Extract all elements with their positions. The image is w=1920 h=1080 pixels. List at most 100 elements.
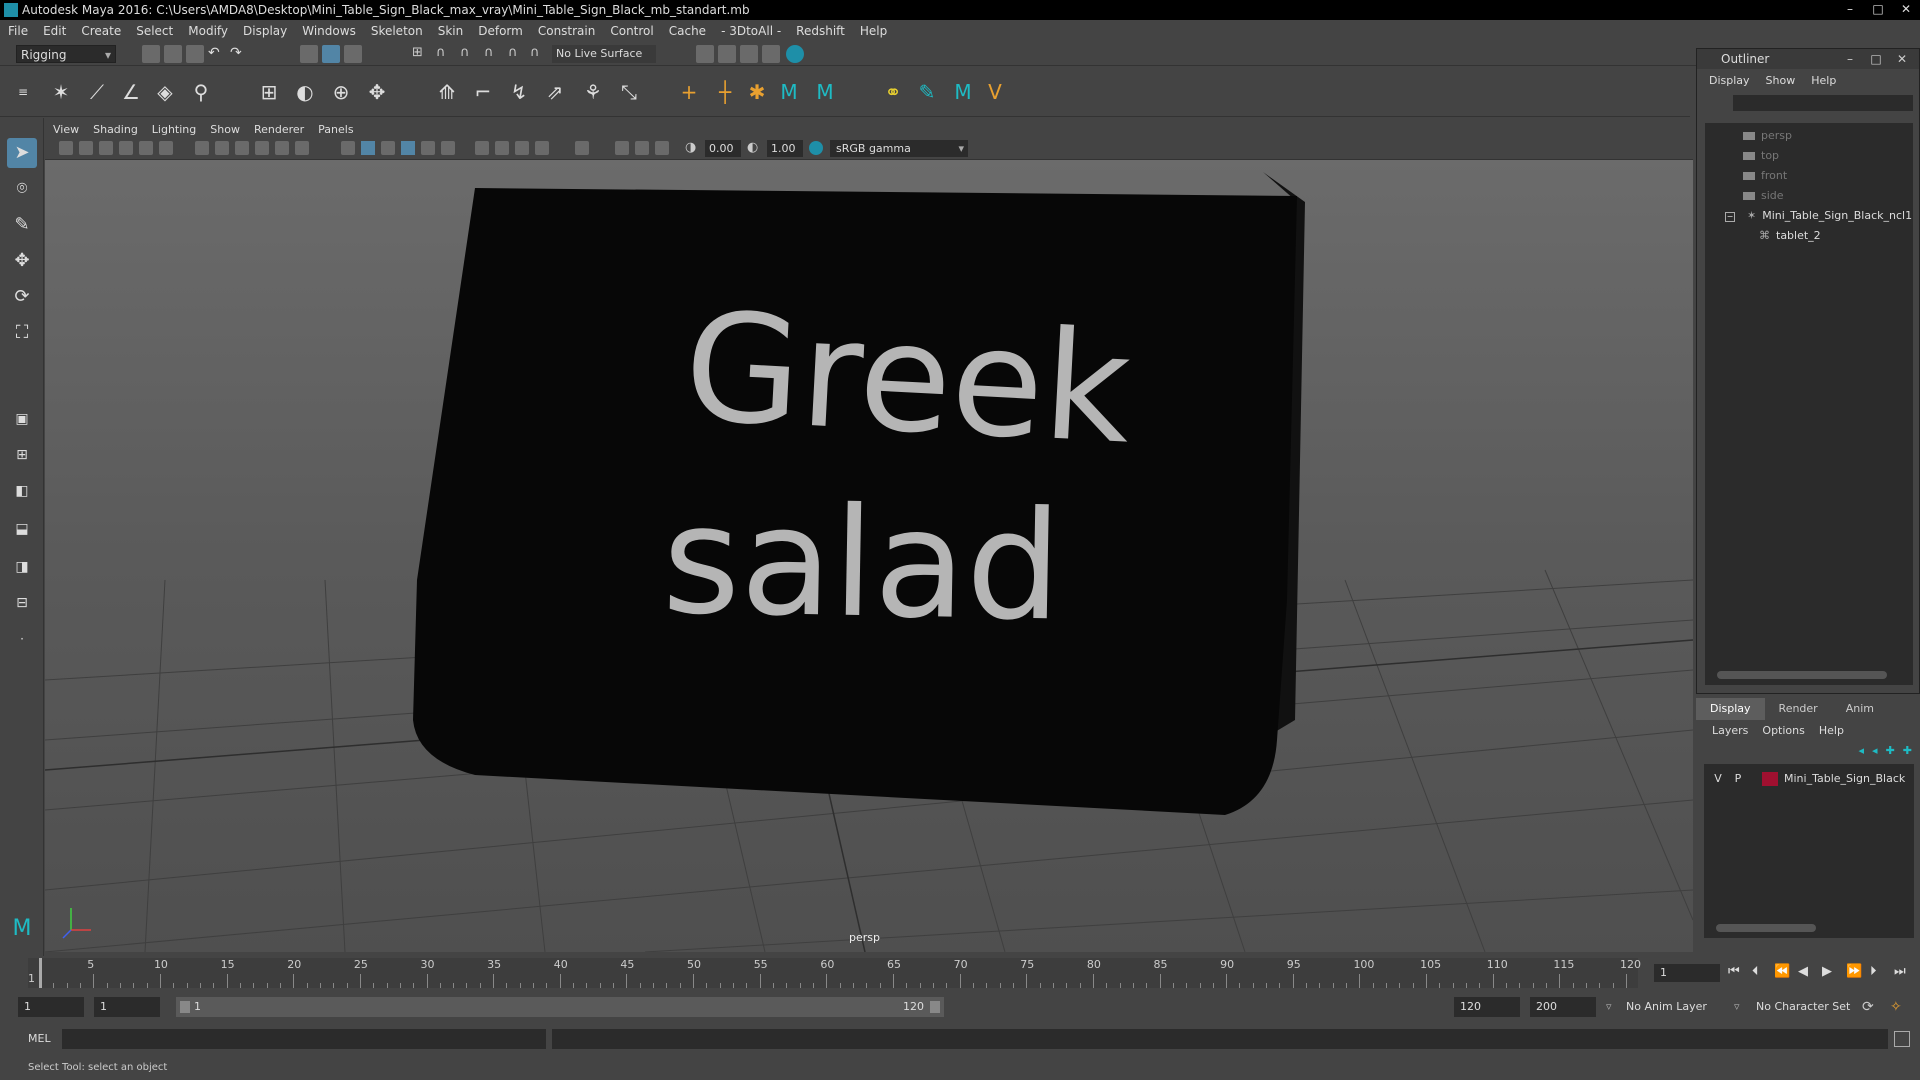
outliner-menu-display[interactable]: Display: [1709, 74, 1750, 87]
orient-constraint-icon[interactable]: ⌐: [470, 79, 496, 105]
ambient-occlusion-icon[interactable]: [535, 141, 549, 155]
isolate-select-icon[interactable]: [575, 141, 589, 155]
gate-mask-icon[interactable]: [255, 141, 269, 155]
maya-tool-a-icon[interactable]: M: [776, 79, 802, 105]
wireframe-icon[interactable]: [341, 141, 355, 155]
open-scene-icon[interactable]: [164, 45, 182, 63]
layer-row[interactable]: V P Mini_Table_Sign_Black: [1708, 770, 1914, 788]
antialias-icon[interactable]: [635, 141, 649, 155]
scale-constraint-icon[interactable]: ⇗: [542, 79, 568, 105]
select-object-icon[interactable]: [322, 45, 340, 63]
layer-menu-help[interactable]: Help: [1819, 724, 1844, 737]
aim-constraint-icon[interactable]: ↯: [506, 79, 532, 105]
rotate-tool-icon[interactable]: ⟳: [7, 282, 37, 312]
menu-windows[interactable]: Windows: [302, 24, 356, 38]
paint-tool-icon[interactable]: ✎: [914, 79, 940, 105]
camera-select-icon[interactable]: [59, 141, 73, 155]
anim-layer-label[interactable]: No Anim Layer: [1626, 997, 1707, 1017]
current-frame-field[interactable]: 1: [1654, 964, 1720, 982]
playback-start-field[interactable]: 1: [94, 997, 160, 1017]
select-tool-icon[interactable]: ➤: [7, 138, 37, 168]
preferences-icon[interactable]: ✧: [1890, 997, 1902, 1017]
character-set-dropdown-icon[interactable]: ▿: [1734, 997, 1740, 1017]
maya-tool-b-icon[interactable]: M: [812, 79, 838, 105]
move-layer-up-icon[interactable]: ◂: [1859, 744, 1865, 757]
save-scene-icon[interactable]: [186, 45, 204, 63]
range-start-handle[interactable]: [180, 1001, 190, 1013]
menu-redshift[interactable]: Redshift: [796, 24, 845, 38]
animation-start-field[interactable]: 1: [18, 997, 84, 1017]
menu-select[interactable]: Select: [136, 24, 173, 38]
wrap-icon[interactable]: ⊕: [328, 79, 354, 105]
collapse-icon[interactable]: −: [1725, 212, 1735, 222]
menu-3dtoall[interactable]: - 3DtoAll -: [721, 24, 781, 38]
film-gate-icon[interactable]: [215, 141, 229, 155]
menu-cache[interactable]: Cache: [669, 24, 706, 38]
character-set-label[interactable]: No Character Set: [1756, 997, 1850, 1017]
anim-layer-dropdown-icon[interactable]: ▿: [1606, 997, 1612, 1017]
go-to-end-button[interactable]: ⏭: [1894, 964, 1906, 979]
tab-render[interactable]: Render: [1765, 698, 1832, 720]
lasso-tool-icon[interactable]: ⌾: [7, 174, 37, 204]
layer-playback-toggle[interactable]: P: [1728, 770, 1748, 788]
outliner-horizontal-scrollbar[interactable]: [1717, 671, 1887, 679]
vp-menu-shading[interactable]: Shading: [93, 123, 138, 136]
step-forward-key-button[interactable]: ⏩: [1846, 964, 1862, 979]
blendshape-icon[interactable]: ✥: [364, 79, 390, 105]
snap-surface-icon[interactable]: ∩: [508, 45, 526, 63]
tab-display[interactable]: Display: [1696, 698, 1765, 720]
command-input[interactable]: [62, 1029, 546, 1049]
outliner-item-front[interactable]: front: [1743, 167, 1787, 185]
outliner-maximize-button[interactable]: □: [1863, 49, 1889, 69]
vp-menu-renderer[interactable]: Renderer: [254, 123, 304, 136]
paint-select-icon[interactable]: ✎: [7, 210, 37, 240]
dof-icon[interactable]: [655, 141, 669, 155]
animation-end-field[interactable]: 200: [1530, 997, 1596, 1017]
pole-vector-icon[interactable]: ⤡: [616, 79, 642, 105]
menu-file[interactable]: File: [8, 24, 28, 38]
layer-color-swatch[interactable]: [1762, 772, 1778, 786]
maya-tool-c-icon[interactable]: M: [950, 79, 976, 105]
outliner-item-group[interactable]: − ✶ Mini_Table_Sign_Black_ncl1: [1725, 207, 1912, 225]
playback-end-field[interactable]: 120: [1454, 997, 1520, 1017]
ik-joint-icon[interactable]: ✱: [744, 79, 770, 105]
outliner-search-input[interactable]: [1733, 95, 1913, 111]
ipr-render-icon[interactable]: [740, 45, 758, 63]
lights-icon[interactable]: [421, 141, 435, 155]
redo-icon[interactable]: ↷: [230, 45, 248, 63]
layer-menu-options[interactable]: Options: [1762, 724, 1804, 737]
uv-layout-icon[interactable]: ⊟: [7, 588, 37, 618]
field-chart-icon[interactable]: [275, 141, 289, 155]
xray-icon[interactable]: [475, 141, 489, 155]
hypershade-icon[interactable]: [786, 45, 804, 63]
view-transform-dropdown[interactable]: sRGB gamma: [830, 140, 968, 157]
scale-tool-icon[interactable]: ⛶: [7, 318, 37, 348]
play-backwards-button[interactable]: ◀: [1798, 964, 1808, 979]
paint-weights-icon[interactable]: ⚲: [188, 79, 214, 105]
perspective-viewport[interactable]: Greek salad persp: [45, 160, 1693, 952]
step-back-key-button[interactable]: ⏪: [1774, 964, 1790, 979]
render-settings-icon[interactable]: [762, 45, 780, 63]
menu-modify[interactable]: Modify: [188, 24, 228, 38]
menu-help[interactable]: Help: [860, 24, 887, 38]
live-surface-field[interactable]: No Live Surface: [552, 45, 656, 63]
vp-menu-show[interactable]: Show: [210, 123, 240, 136]
move-layer-down-icon[interactable]: ◂: [1872, 744, 1878, 757]
range-bar[interactable]: 1 120: [176, 997, 944, 1017]
cluster-handle-icon[interactable]: ┼: [712, 79, 738, 105]
maximize-button[interactable]: □: [1864, 0, 1892, 18]
outliner-item-persp[interactable]: persp: [1743, 127, 1792, 145]
select-hierarchy-icon[interactable]: [300, 45, 318, 63]
vp-menu-view[interactable]: View: [53, 123, 79, 136]
minimize-button[interactable]: –: [1836, 0, 1864, 18]
layer-menu-layers[interactable]: Layers: [1712, 724, 1748, 737]
range-end-handle[interactable]: [930, 1001, 940, 1013]
layer-horizontal-scrollbar[interactable]: [1716, 924, 1816, 932]
render-view-icon[interactable]: [696, 45, 714, 63]
menu-edit[interactable]: Edit: [43, 24, 66, 38]
image-plane-icon[interactable]: [119, 141, 133, 155]
joint-tool-icon[interactable]: ✶: [48, 79, 74, 105]
step-forward-frame-button[interactable]: ⏵: [1870, 964, 1877, 979]
outliner-minimize-button[interactable]: –: [1837, 49, 1863, 69]
outliner-item-mesh[interactable]: ⌘ tablet_2: [1759, 227, 1821, 245]
